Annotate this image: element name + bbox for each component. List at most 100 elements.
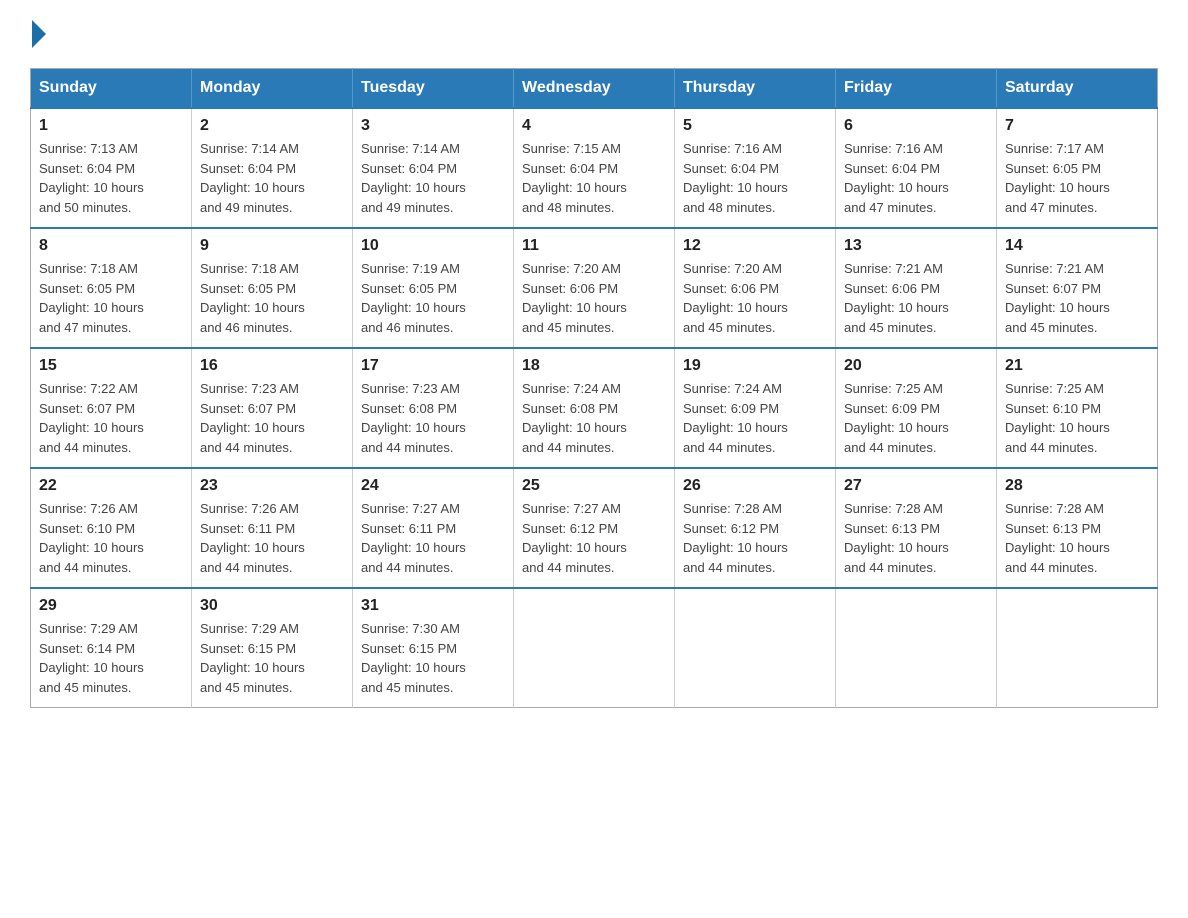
day-number: 15 [39,357,183,375]
day-number: 26 [683,477,827,495]
day-number: 25 [522,477,666,495]
week-row-2: 8 Sunrise: 7:18 AMSunset: 6:05 PMDayligh… [31,228,1158,348]
calendar-cell: 25 Sunrise: 7:27 AMSunset: 6:12 PMDaylig… [514,468,675,588]
day-info: Sunrise: 7:16 AMSunset: 6:04 PMDaylight:… [683,139,827,217]
day-info: Sunrise: 7:17 AMSunset: 6:05 PMDaylight:… [1005,139,1149,217]
day-info: Sunrise: 7:26 AMSunset: 6:10 PMDaylight:… [39,499,183,577]
day-number: 23 [200,477,344,495]
day-info: Sunrise: 7:28 AMSunset: 6:13 PMDaylight:… [1005,499,1149,577]
day-number: 18 [522,357,666,375]
day-info: Sunrise: 7:25 AMSunset: 6:10 PMDaylight:… [1005,379,1149,457]
calendar-cell: 24 Sunrise: 7:27 AMSunset: 6:11 PMDaylig… [353,468,514,588]
day-info: Sunrise: 7:16 AMSunset: 6:04 PMDaylight:… [844,139,988,217]
day-number: 28 [1005,477,1149,495]
day-info: Sunrise: 7:28 AMSunset: 6:12 PMDaylight:… [683,499,827,577]
weekday-header-saturday: Saturday [997,69,1158,109]
day-number: 22 [39,477,183,495]
calendar-cell: 27 Sunrise: 7:28 AMSunset: 6:13 PMDaylig… [836,468,997,588]
day-info: Sunrise: 7:23 AMSunset: 6:07 PMDaylight:… [200,379,344,457]
calendar-body: 1 Sunrise: 7:13 AMSunset: 6:04 PMDayligh… [31,108,1158,708]
day-info: Sunrise: 7:18 AMSunset: 6:05 PMDaylight:… [39,259,183,337]
calendar-cell: 2 Sunrise: 7:14 AMSunset: 6:04 PMDayligh… [192,108,353,228]
day-number: 8 [39,237,183,255]
day-number: 21 [1005,357,1149,375]
day-info: Sunrise: 7:25 AMSunset: 6:09 PMDaylight:… [844,379,988,457]
calendar-cell: 8 Sunrise: 7:18 AMSunset: 6:05 PMDayligh… [31,228,192,348]
calendar-cell: 9 Sunrise: 7:18 AMSunset: 6:05 PMDayligh… [192,228,353,348]
calendar-cell: 26 Sunrise: 7:28 AMSunset: 6:12 PMDaylig… [675,468,836,588]
day-number: 13 [844,237,988,255]
calendar-cell: 29 Sunrise: 7:29 AMSunset: 6:14 PMDaylig… [31,588,192,708]
calendar-cell [997,588,1158,708]
day-info: Sunrise: 7:22 AMSunset: 6:07 PMDaylight:… [39,379,183,457]
day-number: 19 [683,357,827,375]
calendar-cell: 6 Sunrise: 7:16 AMSunset: 6:04 PMDayligh… [836,108,997,228]
logo-arrow2-icon [32,34,46,48]
day-info: Sunrise: 7:21 AMSunset: 6:07 PMDaylight:… [1005,259,1149,337]
calendar-cell: 10 Sunrise: 7:19 AMSunset: 6:05 PMDaylig… [353,228,514,348]
day-info: Sunrise: 7:24 AMSunset: 6:08 PMDaylight:… [522,379,666,457]
calendar-cell: 19 Sunrise: 7:24 AMSunset: 6:09 PMDaylig… [675,348,836,468]
week-row-5: 29 Sunrise: 7:29 AMSunset: 6:14 PMDaylig… [31,588,1158,708]
day-number: 24 [361,477,505,495]
calendar-cell: 3 Sunrise: 7:14 AMSunset: 6:04 PMDayligh… [353,108,514,228]
day-number: 4 [522,117,666,135]
calendar-table: SundayMondayTuesdayWednesdayThursdayFrid… [30,68,1158,708]
day-number: 3 [361,117,505,135]
day-number: 27 [844,477,988,495]
calendar-cell: 28 Sunrise: 7:28 AMSunset: 6:13 PMDaylig… [997,468,1158,588]
day-info: Sunrise: 7:20 AMSunset: 6:06 PMDaylight:… [683,259,827,337]
day-info: Sunrise: 7:30 AMSunset: 6:15 PMDaylight:… [361,619,505,697]
weekday-header-monday: Monday [192,69,353,109]
weekday-header-tuesday: Tuesday [353,69,514,109]
day-info: Sunrise: 7:14 AMSunset: 6:04 PMDaylight:… [361,139,505,217]
day-number: 9 [200,237,344,255]
weekday-header-sunday: Sunday [31,69,192,109]
day-number: 6 [844,117,988,135]
calendar-header: SundayMondayTuesdayWednesdayThursdayFrid… [31,69,1158,109]
day-number: 10 [361,237,505,255]
calendar-cell [514,588,675,708]
calendar-cell: 31 Sunrise: 7:30 AMSunset: 6:15 PMDaylig… [353,588,514,708]
day-number: 1 [39,117,183,135]
day-number: 17 [361,357,505,375]
day-info: Sunrise: 7:14 AMSunset: 6:04 PMDaylight:… [200,139,344,217]
day-number: 5 [683,117,827,135]
day-number: 11 [522,237,666,255]
calendar-cell: 20 Sunrise: 7:25 AMSunset: 6:09 PMDaylig… [836,348,997,468]
page-header [30,20,1158,48]
weekday-header-wednesday: Wednesday [514,69,675,109]
weekday-header-friday: Friday [836,69,997,109]
calendar-cell: 12 Sunrise: 7:20 AMSunset: 6:06 PMDaylig… [675,228,836,348]
day-info: Sunrise: 7:19 AMSunset: 6:05 PMDaylight:… [361,259,505,337]
day-info: Sunrise: 7:13 AMSunset: 6:04 PMDaylight:… [39,139,183,217]
day-info: Sunrise: 7:29 AMSunset: 6:15 PMDaylight:… [200,619,344,697]
calendar-cell [675,588,836,708]
day-number: 14 [1005,237,1149,255]
weekday-row: SundayMondayTuesdayWednesdayThursdayFrid… [31,69,1158,109]
day-number: 31 [361,597,505,615]
calendar-cell: 14 Sunrise: 7:21 AMSunset: 6:07 PMDaylig… [997,228,1158,348]
day-info: Sunrise: 7:20 AMSunset: 6:06 PMDaylight:… [522,259,666,337]
calendar-cell: 22 Sunrise: 7:26 AMSunset: 6:10 PMDaylig… [31,468,192,588]
calendar-cell: 16 Sunrise: 7:23 AMSunset: 6:07 PMDaylig… [192,348,353,468]
calendar-cell [836,588,997,708]
calendar-cell: 4 Sunrise: 7:15 AMSunset: 6:04 PMDayligh… [514,108,675,228]
logo-arrow-icon [32,20,46,34]
calendar-cell: 21 Sunrise: 7:25 AMSunset: 6:10 PMDaylig… [997,348,1158,468]
day-number: 12 [683,237,827,255]
day-info: Sunrise: 7:26 AMSunset: 6:11 PMDaylight:… [200,499,344,577]
calendar-cell: 23 Sunrise: 7:26 AMSunset: 6:11 PMDaylig… [192,468,353,588]
day-info: Sunrise: 7:29 AMSunset: 6:14 PMDaylight:… [39,619,183,697]
day-info: Sunrise: 7:15 AMSunset: 6:04 PMDaylight:… [522,139,666,217]
day-number: 7 [1005,117,1149,135]
day-number: 2 [200,117,344,135]
calendar-cell: 30 Sunrise: 7:29 AMSunset: 6:15 PMDaylig… [192,588,353,708]
day-info: Sunrise: 7:18 AMSunset: 6:05 PMDaylight:… [200,259,344,337]
day-info: Sunrise: 7:21 AMSunset: 6:06 PMDaylight:… [844,259,988,337]
calendar-cell: 15 Sunrise: 7:22 AMSunset: 6:07 PMDaylig… [31,348,192,468]
week-row-4: 22 Sunrise: 7:26 AMSunset: 6:10 PMDaylig… [31,468,1158,588]
day-number: 30 [200,597,344,615]
day-info: Sunrise: 7:28 AMSunset: 6:13 PMDaylight:… [844,499,988,577]
week-row-3: 15 Sunrise: 7:22 AMSunset: 6:07 PMDaylig… [31,348,1158,468]
